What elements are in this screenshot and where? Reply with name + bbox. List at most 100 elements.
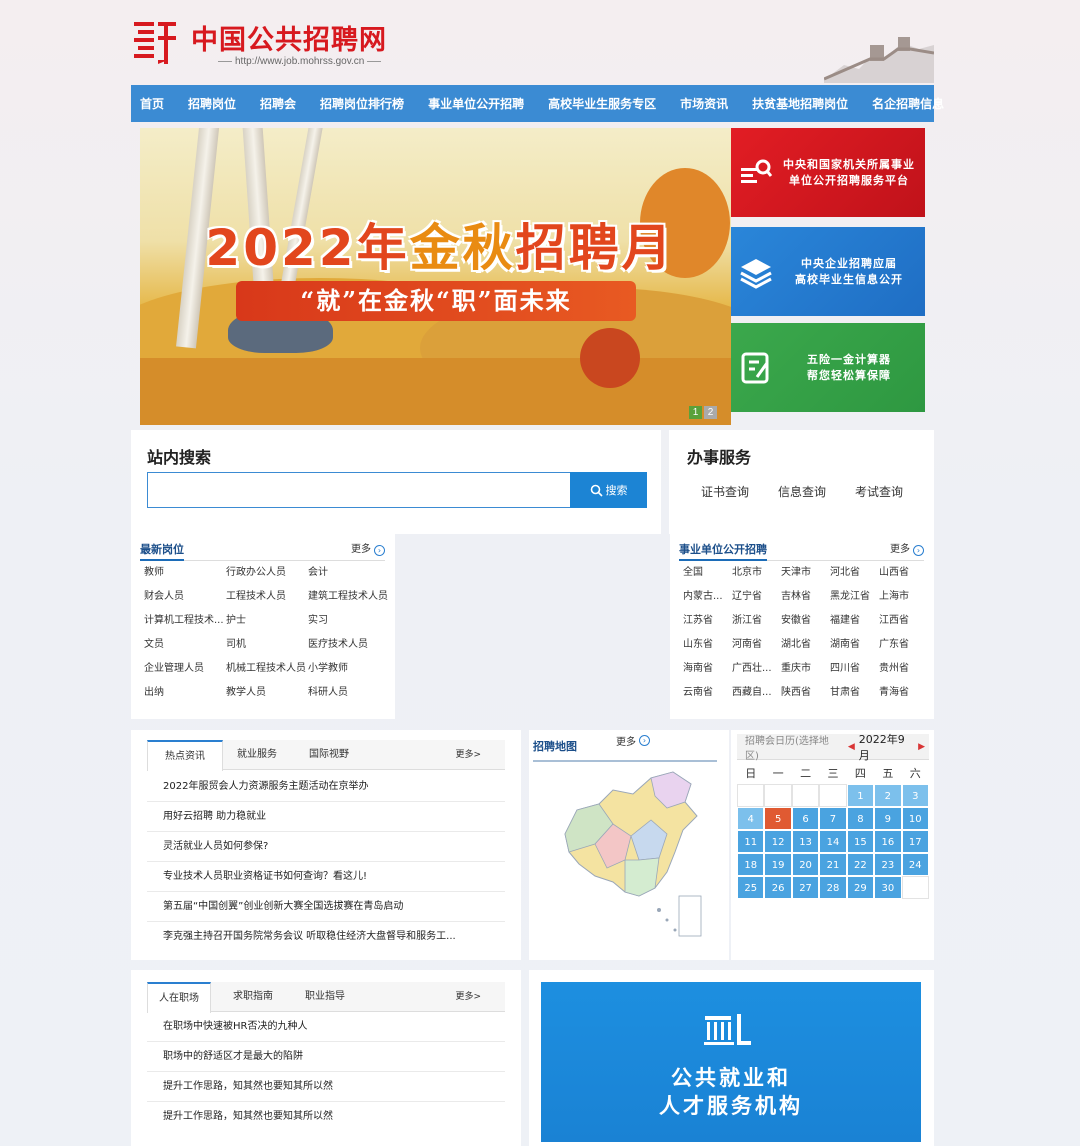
region-link[interactable]: 浙江省: [732, 609, 781, 633]
calendar-day[interactable]: 28: [819, 876, 847, 899]
public-service-card[interactable]: 公共就业和 人才服务机构: [541, 982, 921, 1142]
nav-item-jobs[interactable]: 招聘岗位: [188, 95, 236, 112]
calendar-day[interactable]: 2: [874, 784, 902, 807]
job-link[interactable]: 行政办公人员: [226, 561, 308, 585]
region-link[interactable]: 陕西省: [781, 681, 830, 705]
region-link[interactable]: 云南省: [683, 681, 732, 705]
job-link[interactable]: 机械工程技术人员: [226, 657, 308, 681]
latest-jobs-title[interactable]: 最新岗位: [140, 539, 184, 561]
job-link[interactable]: 会计: [308, 561, 390, 585]
chevron-left-icon[interactable]: ◀: [848, 742, 855, 752]
tab-workplace[interactable]: 人在职场: [147, 982, 211, 1013]
job-link[interactable]: 企业管理人员: [144, 657, 226, 681]
calendar-day[interactable]: 19: [764, 853, 792, 876]
region-link[interactable]: 江苏省: [683, 609, 732, 633]
career-item[interactable]: 提升工作思路，知其然也要知其所以然: [147, 1072, 505, 1102]
region-link[interactable]: 四川省: [830, 657, 879, 681]
service-link-exam[interactable]: 考试查询: [855, 483, 903, 500]
job-link[interactable]: 建筑工程技术人员: [308, 585, 390, 609]
service-link-info[interactable]: 信息查询: [778, 483, 826, 500]
calendar-day[interactable]: 18: [737, 853, 765, 876]
calendar-day[interactable]: 25: [737, 876, 765, 899]
map-more[interactable]: 更多 ›: [616, 733, 650, 748]
calendar-day[interactable]: 21: [819, 853, 847, 876]
news-item[interactable]: 用好云招聘 助力稳就业: [147, 802, 505, 832]
region-link[interactable]: 天津市: [781, 561, 830, 585]
job-link[interactable]: 财会人员: [144, 585, 226, 609]
job-link[interactable]: 教学人员: [226, 681, 308, 705]
calendar-day[interactable]: 1: [846, 784, 875, 807]
calendar-day[interactable]: 6: [791, 807, 820, 830]
tab-employment-service[interactable]: 就业服务: [225, 740, 289, 770]
career-more[interactable]: 更多>: [455, 982, 481, 1012]
nav-item-famous-companies[interactable]: 名企招聘信息: [872, 95, 944, 112]
service-link-certificate[interactable]: 证书查询: [701, 483, 749, 500]
job-link[interactable]: 文员: [144, 633, 226, 657]
calendar-day[interactable]: 11: [737, 830, 765, 853]
calendar-day[interactable]: 13: [791, 830, 820, 853]
chevron-right-icon[interactable]: ▶: [918, 742, 925, 752]
calendar-day[interactable]: 3: [901, 784, 929, 807]
calendar-day[interactable]: 16: [874, 830, 902, 853]
calendar-region-select[interactable]: 招聘会日历(选择地区): [745, 732, 840, 762]
region-link[interactable]: 江西省: [879, 609, 928, 633]
calendar-day[interactable]: 15: [846, 830, 875, 853]
public-recruit-title[interactable]: 事业单位公开招聘: [679, 539, 767, 561]
region-link[interactable]: 山东省: [683, 633, 732, 657]
promo-insurance-calculator[interactable]: 五险一金计算器 帮您轻松算保障: [731, 323, 925, 412]
region-link[interactable]: 全国: [683, 561, 732, 585]
calendar-day[interactable]: 12: [764, 830, 792, 853]
region-link[interactable]: 山西省: [879, 561, 928, 585]
slide-dot-2[interactable]: 2: [704, 406, 717, 419]
region-link[interactable]: 海南省: [683, 657, 732, 681]
region-link[interactable]: 贵州省: [879, 657, 928, 681]
tab-international[interactable]: 国际视野: [297, 740, 361, 770]
news-item[interactable]: 灵活就业人员如何参保?: [147, 832, 505, 862]
region-link[interactable]: 福建省: [830, 609, 879, 633]
job-link[interactable]: 计算机工程技术...: [144, 609, 226, 633]
calendar-day[interactable]: 22: [846, 853, 875, 876]
calendar-day[interactable]: 23: [874, 853, 902, 876]
tab-job-guide[interactable]: 求职指南: [221, 982, 285, 1012]
site-name[interactable]: 中国公共招聘网: [191, 18, 387, 57]
region-link[interactable]: 内蒙古...: [683, 585, 732, 609]
calendar-day[interactable]: 14: [819, 830, 847, 853]
career-item[interactable]: 提升工作思路，知其然也要知其所以然: [147, 1102, 505, 1132]
job-link[interactable]: 出纳: [144, 681, 226, 705]
region-link[interactable]: 重庆市: [781, 657, 830, 681]
region-link[interactable]: 湖北省: [781, 633, 830, 657]
calendar-day[interactable]: 10: [901, 807, 929, 830]
calendar-day[interactable]: 8: [846, 807, 875, 830]
promo-central-institutions[interactable]: 中央和国家机关所属事业 单位公开招聘服务平台: [731, 128, 925, 217]
slide-dot-1[interactable]: 1: [689, 406, 702, 419]
news-item[interactable]: 第五届“中国创翼”创业创新大赛全国选拔赛在青岛启动: [147, 892, 505, 922]
region-link[interactable]: 安徽省: [781, 609, 830, 633]
public-recruit-more[interactable]: 更多 ›: [890, 539, 924, 561]
region-link[interactable]: 青海省: [879, 681, 928, 705]
nav-item-public-institution-recruit[interactable]: 事业单位公开招聘: [428, 95, 524, 112]
nav-item-market-news[interactable]: 市场资讯: [680, 95, 728, 112]
calendar-day[interactable]: 30: [874, 876, 902, 899]
region-link[interactable]: 湖南省: [830, 633, 879, 657]
nav-item-graduate-zone[interactable]: 高校毕业生服务专区: [548, 95, 656, 112]
job-link[interactable]: 工程技术人员: [226, 585, 308, 609]
calendar-day[interactable]: 5: [764, 807, 792, 830]
news-item[interactable]: 李克强主持召开国务院常务会议 听取稳住经济大盘督导和服务工...: [147, 922, 505, 952]
region-link[interactable]: 吉林省: [781, 585, 830, 609]
job-link[interactable]: 护士: [226, 609, 308, 633]
latest-jobs-more[interactable]: 更多 ›: [351, 539, 385, 561]
hero-banner[interactable]: 2022年金秋招聘月 “就”在金秋“职”面未来 1 2: [140, 128, 731, 425]
calendar-day[interactable]: 24: [901, 853, 929, 876]
job-link[interactable]: 科研人员: [308, 681, 390, 705]
news-item[interactable]: 2022年服贸会人力资源服务主题活动在京举办: [147, 772, 505, 802]
job-link[interactable]: 司机: [226, 633, 308, 657]
region-link[interactable]: 黑龙江省: [830, 585, 879, 609]
calendar-day[interactable]: 26: [764, 876, 792, 899]
career-item[interactable]: 在职场中快速被HR否决的九种人: [147, 1012, 505, 1042]
region-link[interactable]: 北京市: [732, 561, 781, 585]
region-link[interactable]: 上海市: [879, 585, 928, 609]
career-item[interactable]: 职场中的舒适区才是最大的陷阱: [147, 1042, 505, 1072]
job-link[interactable]: 实习: [308, 609, 390, 633]
calendar-day[interactable]: 7: [819, 807, 847, 830]
job-link[interactable]: 小学教师: [308, 657, 390, 681]
